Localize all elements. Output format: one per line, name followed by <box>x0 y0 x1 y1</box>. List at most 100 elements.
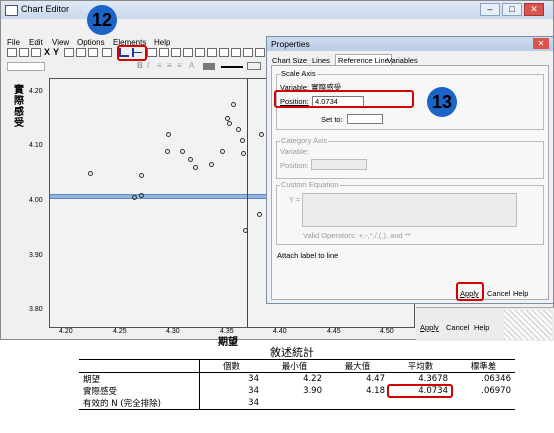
stats-title: 敘述統計 <box>270 346 314 359</box>
menu-edit[interactable]: Edit <box>29 38 43 47</box>
font-select[interactable] <box>7 62 45 71</box>
text-icon[interactable] <box>219 48 229 57</box>
scatter-point[interactable] <box>235 126 241 132</box>
footnote-icon[interactable] <box>231 48 241 57</box>
align-center-icon[interactable]: ≡ <box>167 61 172 70</box>
table-cell: .06346 <box>481 374 511 384</box>
grid-icon[interactable] <box>171 48 181 57</box>
properties-icon[interactable] <box>31 48 41 57</box>
font-color-icon[interactable]: A <box>189 61 194 70</box>
title-icon[interactable] <box>195 48 205 57</box>
interpolation-icon[interactable] <box>159 48 169 57</box>
cancel-button[interactable]: Cancel <box>487 289 510 298</box>
close-button[interactable]: ✕ <box>524 3 544 16</box>
scatter-point[interactable] <box>166 132 172 138</box>
tab-variables[interactable]: Variables <box>387 56 418 65</box>
equation-input[interactable] <box>302 193 517 227</box>
x-tick-label: 4.40 <box>273 328 287 335</box>
scatter-point[interactable] <box>257 211 263 217</box>
menu-options[interactable]: Options <box>77 38 105 47</box>
annotation-icon[interactable] <box>207 48 217 57</box>
y-axis-icon[interactable]: Y <box>53 47 59 57</box>
step-13-callout: 13 <box>427 87 457 117</box>
maximize-button[interactable]: □ <box>502 3 522 16</box>
background-help-button[interactable]: Help <box>474 323 489 332</box>
scale-axis-legend: Scale Axis <box>280 69 317 78</box>
y-tick-label: 4.20 <box>29 88 43 95</box>
select-icon[interactable] <box>76 48 86 57</box>
table-cell: .06970 <box>481 386 511 396</box>
scatter-point[interactable] <box>227 121 233 127</box>
scatter-point[interactable] <box>208 162 214 168</box>
category-axis-variable: Variable: <box>280 147 310 156</box>
y-tick-label: 3.90 <box>29 252 43 259</box>
x-tick-label: 4.30 <box>166 328 180 335</box>
menu-file[interactable]: File <box>7 38 20 47</box>
y-tick-label: 3.80 <box>29 306 43 313</box>
scatter-point[interactable] <box>131 195 137 201</box>
undo-icon[interactable] <box>7 48 17 57</box>
dialog-title: Properties <box>271 39 310 49</box>
data-label-icon[interactable] <box>255 48 265 57</box>
stats-table: 個數 最小值 最大值 平均數 標準差 期望 34 4.22 4.47 4.367… <box>79 359 515 410</box>
properties-dialog: Properties ✕ Chart Size Lines Reference … <box>266 36 554 304</box>
scatter-point[interactable] <box>259 132 265 138</box>
scatter-point[interactable] <box>225 115 230 121</box>
pattern-swatch <box>504 310 552 340</box>
x-tick-label: 4.25 <box>113 328 127 335</box>
background-apply-button[interactable]: Apply <box>420 323 439 332</box>
table-cell <box>389 397 452 410</box>
x-reference-line[interactable] <box>246 79 248 327</box>
set-to-input[interactable] <box>347 114 383 124</box>
align-right-icon[interactable]: ≡ <box>177 61 182 70</box>
table-cell: 4.47 <box>366 374 385 384</box>
apply-highlight <box>456 282 484 301</box>
tab-chart-size[interactable]: Chart Size <box>272 56 307 65</box>
table-icon[interactable] <box>243 48 253 57</box>
scatter-point[interactable] <box>165 148 171 154</box>
table-cell: 4.18 <box>366 386 385 396</box>
rescale-icon[interactable] <box>64 48 74 57</box>
bold-icon[interactable]: B <box>137 61 143 70</box>
scatter-point[interactable] <box>192 165 198 171</box>
header-cell: 平均數 <box>389 359 452 373</box>
scatter-point[interactable] <box>139 192 145 198</box>
menu-view[interactable]: View <box>52 38 69 47</box>
reference-line-highlight <box>117 45 147 61</box>
tab-lines[interactable]: Lines <box>312 56 330 65</box>
header-cell: 標準差 <box>452 359 515 373</box>
scatter-point[interactable] <box>241 151 247 157</box>
category-position-input[interactable] <box>311 159 367 170</box>
table-cell: 34 <box>199 372 263 385</box>
table-cell <box>452 397 515 410</box>
attach-label-checkbox[interactable]: Attach label to line <box>277 251 338 260</box>
fit-line-icon[interactable] <box>147 48 157 57</box>
scatter-point[interactable] <box>239 137 245 143</box>
line-weight-icon[interactable] <box>247 62 261 70</box>
scatter-point[interactable] <box>139 173 145 179</box>
dialog-close-icon[interactable]: ✕ <box>533 38 549 49</box>
equation-y-label: Y = <box>289 195 301 204</box>
fill-color-icon[interactable] <box>203 63 215 70</box>
scatter-point[interactable] <box>180 148 186 154</box>
italic-icon[interactable]: I <box>147 61 149 70</box>
chart-icon[interactable] <box>88 48 98 57</box>
scatter-point[interactable] <box>231 102 237 108</box>
table-cell: 34 <box>199 385 263 397</box>
scatter-point[interactable] <box>219 148 225 154</box>
line-style-icon[interactable] <box>221 66 243 68</box>
x-axis-icon[interactable]: X <box>44 47 50 57</box>
background-cancel-button[interactable]: Cancel <box>446 323 469 332</box>
menu-help[interactable]: Help <box>154 38 170 47</box>
minimize-button[interactable]: – <box>480 3 500 16</box>
redo-icon[interactable] <box>19 48 29 57</box>
align-left-icon[interactable]: ≡ <box>157 61 162 70</box>
table-cell: 4.0734 <box>387 384 453 398</box>
line-icon[interactable] <box>102 48 112 57</box>
scatter-point[interactable] <box>187 156 193 162</box>
scatter-point[interactable] <box>88 170 94 176</box>
custom-equation-legend: Custom Equation <box>280 180 340 189</box>
title-bar: Chart Editor – □ ✕ <box>1 1 553 19</box>
legend-icon[interactable] <box>183 48 193 57</box>
help-button[interactable]: Help <box>513 289 528 298</box>
